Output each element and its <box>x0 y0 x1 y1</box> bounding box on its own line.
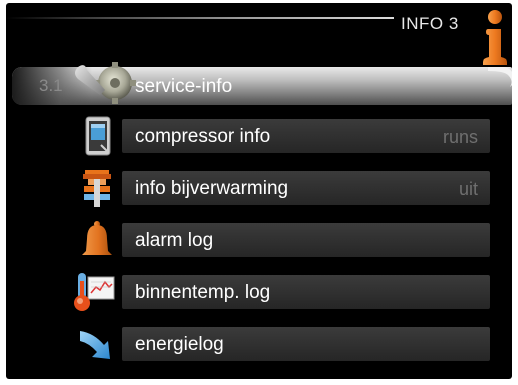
menu-item-alarm-log[interactable]: alarm log <box>6 221 512 257</box>
menu-item-label: info bijverwarming <box>135 178 289 199</box>
menu-item-label: binnentemp. log <box>135 282 271 303</box>
menu-item-label: compressor info <box>135 126 271 147</box>
corner-curl-icon <box>488 67 512 87</box>
menu-item-compressor-info[interactable]: compressor info runs <box>6 116 512 156</box>
compressor-icon <box>85 116 111 156</box>
menu-item-value: uit <box>458 179 478 199</box>
page-title: INFO 3 <box>401 14 459 33</box>
energy-arrow-icon <box>80 331 110 359</box>
menu-header-label: service-info <box>135 76 233 97</box>
heater-icon <box>83 170 111 207</box>
menu-item-energielog[interactable]: energielog <box>6 327 512 361</box>
menu-item-label: energielog <box>135 334 224 355</box>
info-icon <box>483 10 507 65</box>
wrench-icon <box>75 62 136 104</box>
menu-item-info-bijverwarming[interactable]: info bijverwarming uit <box>6 170 512 207</box>
bell-icon <box>82 221 112 255</box>
menu-number: 3.1 <box>39 76 63 95</box>
menu-item-label: alarm log <box>135 230 214 251</box>
menu-item-binnentemp-log[interactable]: binnentemp. log <box>6 273 512 311</box>
thermometer-graph-icon <box>74 273 115 311</box>
menu-header-service-info[interactable]: 3.1 service-info <box>12 62 512 107</box>
display-screen: INFO 3 3.1 service-info compressor info … <box>6 3 512 379</box>
header-divider <box>6 17 394 19</box>
menu-item-value: runs <box>442 127 478 147</box>
